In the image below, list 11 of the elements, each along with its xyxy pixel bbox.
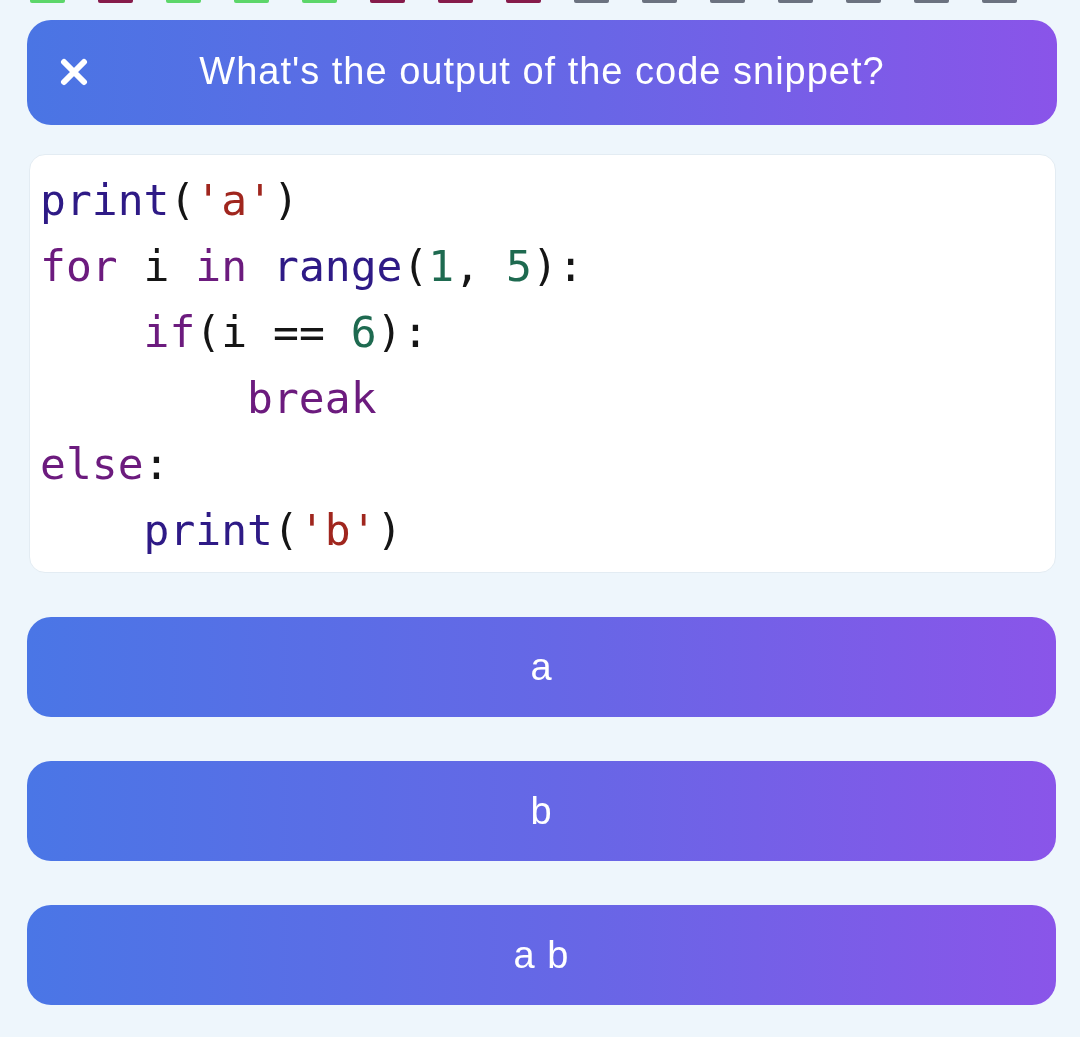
question-title: What's the output of the code snippet? (199, 50, 885, 93)
close-icon[interactable] (60, 58, 88, 86)
code-line: print('b') (143, 504, 403, 557)
code-line: break (247, 372, 377, 425)
code-line: print('a') (40, 174, 299, 227)
answer-option-button[interactable]: a (27, 617, 1056, 717)
code-line: if(i == 6): (143, 306, 429, 359)
code-line: else: (40, 438, 170, 491)
code-line: for i in range(1, 5): (40, 240, 584, 293)
answer-option-button[interactable]: b (27, 761, 1056, 861)
answer-option-button[interactable]: a b (27, 905, 1056, 1005)
